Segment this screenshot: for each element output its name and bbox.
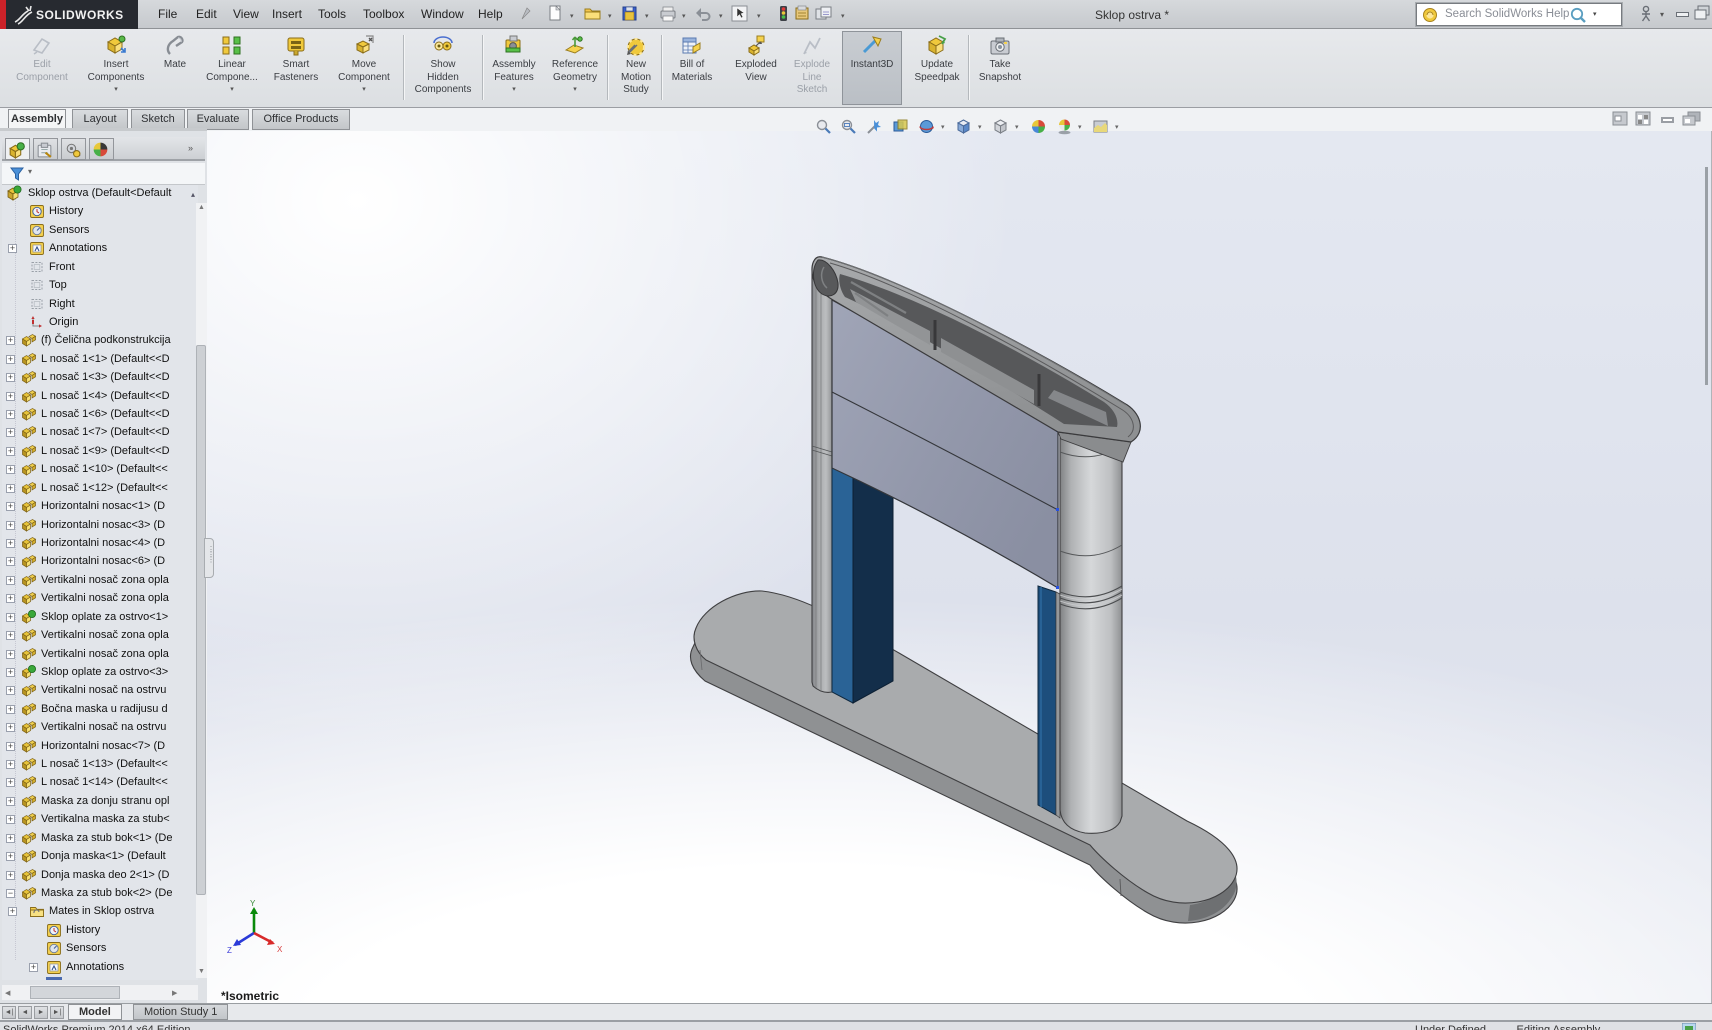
svg-text:X: X	[277, 945, 283, 954]
svg-text:Z: Z	[227, 946, 232, 955]
svg-text:Y: Y	[250, 899, 256, 908]
